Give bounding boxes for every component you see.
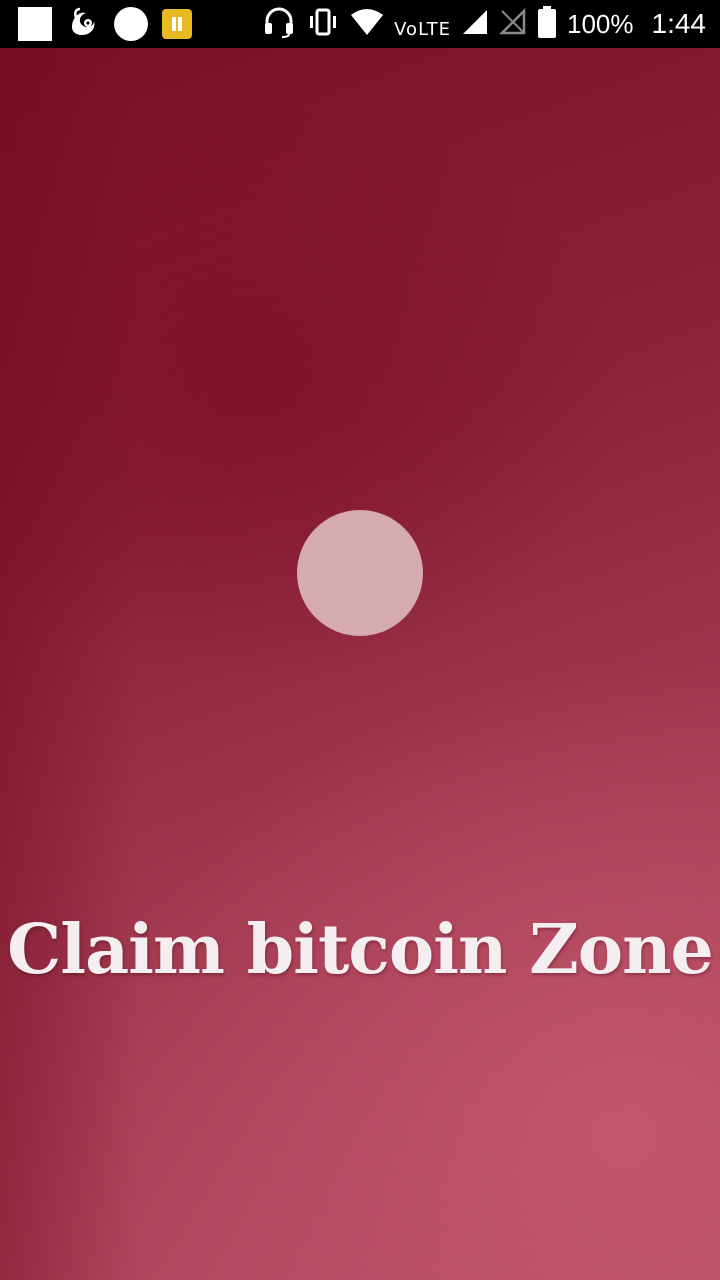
signal-icon — [461, 8, 489, 40]
volte-label: VoLTE — [394, 18, 451, 40]
splash-screen: Claim bitcoin Zone — [0, 48, 720, 1280]
app-screen: VoLTE 100% 1:44 Claim bitcoin Zone — [0, 0, 720, 1280]
battery-percent: 100% — [567, 8, 634, 39]
notification-area — [18, 0, 206, 48]
wifi-icon — [350, 7, 384, 41]
uc-browser-icon — [66, 5, 100, 43]
app-title: Claim bitcoin Zone — [7, 910, 714, 990]
circle-icon — [114, 7, 148, 41]
loading-indicator — [297, 510, 423, 636]
battery-icon — [537, 6, 557, 42]
clock: 1:44 — [651, 8, 707, 39]
background-shade — [0, 48, 140, 1280]
system-status-area: VoLTE 100% 1:44 — [252, 0, 706, 48]
status-bar: VoLTE 100% 1:44 — [0, 0, 720, 48]
signal-empty-icon — [498, 7, 527, 40]
image-icon — [18, 7, 52, 41]
vibrate-icon — [306, 5, 340, 43]
pause-icon — [162, 9, 192, 39]
headset-icon — [262, 5, 296, 43]
